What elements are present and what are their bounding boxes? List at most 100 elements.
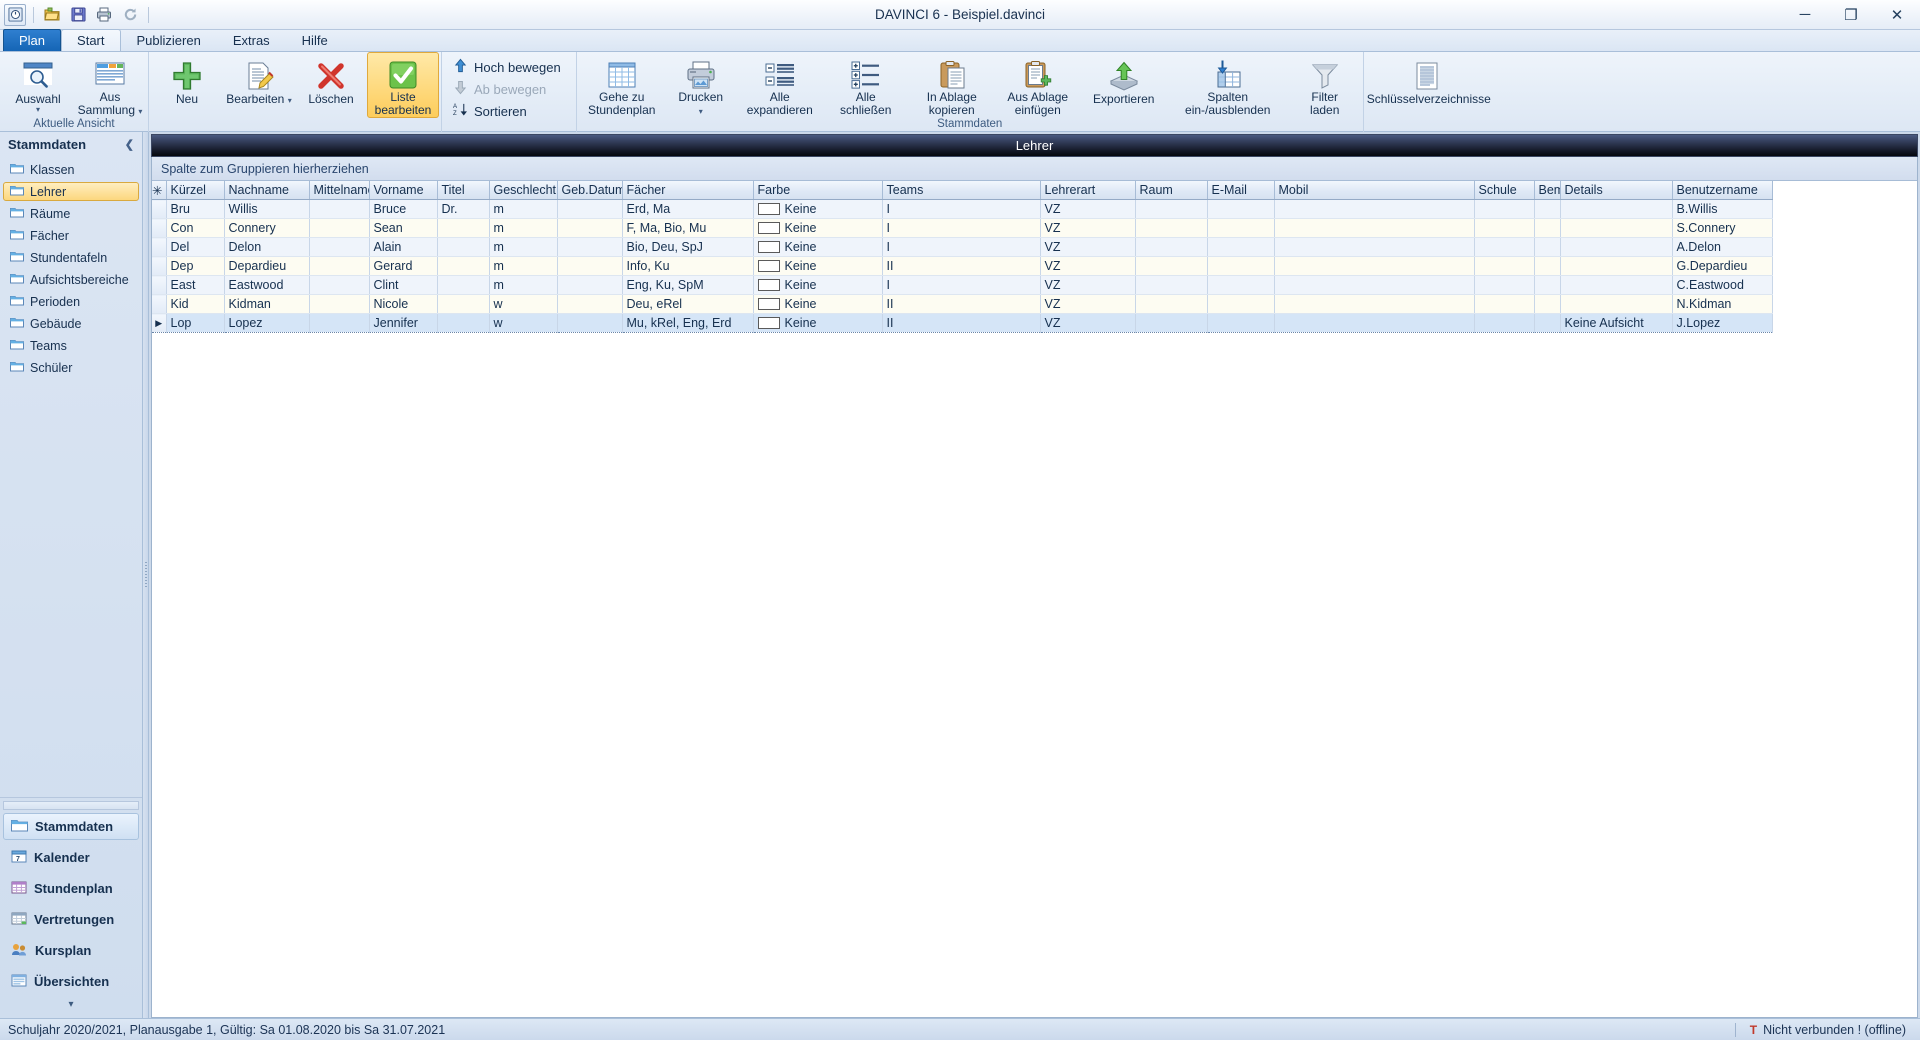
column-header-gebdatum[interactable]: Geb.Datum — [557, 181, 623, 200]
cell-raum[interactable] — [1135, 237, 1208, 257]
cell-vorname[interactable]: Sean — [369, 218, 438, 238]
cell-geschlecht[interactable]: m — [489, 275, 558, 295]
cell-lehrerart[interactable]: VZ — [1040, 313, 1136, 333]
column-header-vorname[interactable]: Vorname — [369, 181, 438, 200]
cell-vorname[interactable]: Clint — [369, 275, 438, 295]
cell-teams[interactable]: I — [882, 218, 1041, 238]
minimize-button[interactable]: ─ — [1782, 0, 1828, 30]
drucken-button[interactable]: Drucken ▾ — [665, 52, 737, 118]
cell-teams[interactable]: I — [882, 237, 1041, 257]
cell-farbe[interactable]: Keine — [753, 313, 883, 333]
cell-faecher[interactable]: F, Ma, Bio, Mu — [622, 218, 754, 238]
maximize-button[interactable]: ❐ — [1828, 0, 1874, 30]
cell-email[interactable] — [1207, 256, 1275, 276]
cell-mobil[interactable] — [1274, 256, 1475, 276]
cell-mobil[interactable] — [1274, 313, 1475, 333]
cell-geschlecht[interactable]: m — [489, 237, 558, 257]
cell-email[interactable] — [1207, 218, 1275, 238]
cell-nachname[interactable]: Lopez — [224, 313, 310, 333]
alle-expandieren-button[interactable]: Alle expandieren — [737, 52, 823, 118]
cell-faecher[interactable]: Erd, Ma — [622, 199, 754, 219]
cell-schule[interactable] — [1474, 218, 1535, 238]
sidebar-nav-kursplan[interactable]: Kursplan — [3, 937, 139, 964]
cell-kuerzel[interactable]: East — [166, 275, 225, 295]
cell-benutzername[interactable]: G.Depardieu — [1672, 256, 1773, 276]
cell-lehrerart[interactable]: VZ — [1040, 275, 1136, 295]
column-header-mobil[interactable]: Mobil — [1274, 181, 1475, 200]
cell-mobil[interactable] — [1274, 294, 1475, 314]
hoch-bewegen-button[interactable]: Hoch bewegen — [450, 57, 568, 77]
table-row[interactable]: Kid Kidman Nicole w Deu, eRel Keine II VZ N.Kidm… — [152, 294, 1773, 314]
cell-kuerzel[interactable]: Bru — [166, 199, 225, 219]
cell-benutzername[interactable]: S.Connery — [1672, 218, 1773, 238]
tab-start[interactable]: Start — [61, 29, 121, 51]
cell-schule[interactable] — [1474, 237, 1535, 257]
cell-email[interactable] — [1207, 199, 1275, 219]
cell-beme[interactable] — [1534, 275, 1561, 295]
sidebar-item-stundentafeln[interactable]: Stundentafeln — [3, 248, 139, 267]
status-connection[interactable]: T Nicht verbunden ! (offline) — [1736, 1023, 1920, 1037]
cell-schule[interactable] — [1474, 275, 1535, 295]
sidebar-item-raeume[interactable]: Räume — [3, 204, 139, 223]
alle-schliessen-button[interactable]: Alle schließen — [823, 52, 909, 118]
cell-teams[interactable]: II — [882, 256, 1041, 276]
cell-gebdatum[interactable] — [557, 237, 623, 257]
cell-farbe[interactable]: Keine — [753, 237, 883, 257]
cell-geschlecht[interactable]: m — [489, 218, 558, 238]
cell-titel[interactable] — [437, 256, 490, 276]
column-header-faecher[interactable]: Fächer — [622, 181, 754, 200]
sidebar-nav-stundenplan[interactable]: Stundenplan — [3, 875, 139, 902]
cell-vorname[interactable]: Alain — [369, 237, 438, 257]
tab-plan[interactable]: Plan — [3, 29, 62, 51]
cell-details[interactable] — [1560, 237, 1673, 257]
cell-titel[interactable] — [437, 275, 490, 295]
cell-details[interactable] — [1560, 199, 1673, 219]
table-row[interactable]: Dep Depardieu Gerard m Info, Ku Keine II VZ G.De… — [152, 256, 1773, 276]
cell-benutzername[interactable]: N.Kidman — [1672, 294, 1773, 314]
cell-lehrerart[interactable]: VZ — [1040, 218, 1136, 238]
column-header-email[interactable]: E-Mail — [1207, 181, 1275, 200]
cell-titel[interactable] — [437, 237, 490, 257]
column-header-lehrerart[interactable]: Lehrerart — [1040, 181, 1136, 200]
cell-schule[interactable] — [1474, 294, 1535, 314]
column-header-beme[interactable]: Beme — [1534, 181, 1561, 200]
spalten-ein-ausblenden-button[interactable]: Spalten ein-/ausblenden — [1167, 52, 1289, 118]
cell-farbe[interactable]: Keine — [753, 275, 883, 295]
column-header-nachname[interactable]: Nachname — [224, 181, 310, 200]
table-row[interactable]: Bru Willis Bruce Dr. m Erd, Ma Keine I VZ B.Willi… — [152, 199, 1773, 219]
cell-teams[interactable]: I — [882, 275, 1041, 295]
cell-lehrerart[interactable]: VZ — [1040, 256, 1136, 276]
schluesselverzeichnisse-button[interactable]: Schlüsselverzeichnisse — [1366, 52, 1491, 118]
save-icon[interactable] — [67, 4, 89, 26]
cell-beme[interactable] — [1534, 199, 1561, 219]
loeschen-button[interactable]: Löschen — [295, 52, 367, 118]
cell-gebdatum[interactable] — [557, 218, 623, 238]
cell-details[interactable] — [1560, 294, 1673, 314]
cell-schule[interactable] — [1474, 313, 1535, 333]
sortieren-button[interactable]: AZ Sortieren — [450, 101, 568, 121]
neu-button[interactable]: Neu — [151, 52, 223, 118]
cell-email[interactable] — [1207, 294, 1275, 314]
close-button[interactable]: ✕ — [1874, 0, 1920, 30]
column-header-kuerzel[interactable]: Kürzel — [166, 181, 225, 200]
sidebar-nav-more-button[interactable]: ▾ — [3, 999, 139, 1015]
sidebar-nav-kalender[interactable]: 7 Kalender — [3, 844, 139, 871]
cell-mobil[interactable] — [1274, 237, 1475, 257]
cell-mittelname[interactable] — [309, 275, 370, 295]
sidebar-item-faecher[interactable]: Fächer — [3, 226, 139, 245]
chevron-left-icon[interactable]: ❮ — [125, 138, 134, 151]
cell-lehrerart[interactable]: VZ — [1040, 199, 1136, 219]
cell-nachname[interactable]: Kidman — [224, 294, 310, 314]
cell-titel[interactable] — [437, 218, 490, 238]
cell-faecher[interactable]: Info, Ku — [622, 256, 754, 276]
cell-mittelname[interactable] — [309, 218, 370, 238]
table-row[interactable]: Con Connery Sean m F, Ma, Bio, Mu Keine I VZ S.C… — [152, 218, 1773, 238]
cell-raum[interactable] — [1135, 275, 1208, 295]
column-header-titel[interactable]: Titel — [437, 181, 490, 200]
cell-beme[interactable] — [1534, 294, 1561, 314]
cell-teams[interactable]: II — [882, 294, 1041, 314]
cell-nachname[interactable]: Willis — [224, 199, 310, 219]
cell-lehrerart[interactable]: VZ — [1040, 294, 1136, 314]
sidebar-item-lehrer[interactable]: Lehrer — [3, 182, 139, 201]
cell-benutzername[interactable]: C.Eastwood — [1672, 275, 1773, 295]
